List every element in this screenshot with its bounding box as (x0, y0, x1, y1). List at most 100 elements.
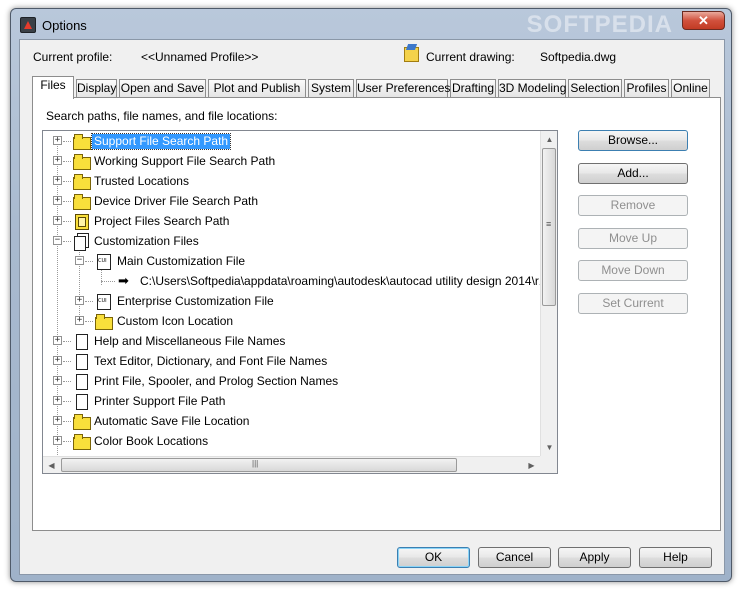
autocad-app-icon (20, 17, 36, 33)
tree-item-label: Automatic Save File Location (94, 414, 250, 428)
tab-selection[interactable]: Selection (568, 79, 622, 98)
file-locations-tree[interactable]: + Support File Search Path + Working Sup… (42, 130, 558, 474)
tree-item[interactable]: + Help and Miscellaneous File Names (43, 331, 539, 351)
vertical-scroll-thumb[interactable] (542, 148, 556, 306)
tree-item[interactable]: + Working Support File Search Path (43, 151, 539, 171)
close-button[interactable]: ✕ (682, 11, 725, 30)
tree-connector (63, 201, 71, 202)
expand-icon[interactable]: + (53, 136, 62, 145)
expand-icon[interactable]: + (53, 396, 62, 405)
expand-icon[interactable]: + (75, 296, 84, 305)
tree-item-label: Color Book Locations (94, 434, 209, 448)
tree-connector (85, 301, 93, 302)
folder-icon (73, 193, 91, 210)
tab-online[interactable]: Online (671, 79, 710, 98)
expand-icon[interactable]: + (53, 176, 62, 185)
tree-item[interactable]: + Text Editor, Dictionary, and Font File… (43, 351, 539, 371)
tree-item[interactable]: + Support File Search Path (43, 131, 539, 151)
tree-item-label: Working Support File Search Path (94, 154, 276, 168)
tree-item[interactable]: + Printer Support File Path (43, 391, 539, 411)
tree-item[interactable]: + Project Files Search Path (43, 211, 539, 231)
tree-item[interactable]: + Trusted Locations (43, 171, 539, 191)
tree-item[interactable]: + Enterprise Customization File (43, 291, 539, 311)
expand-icon[interactable]: + (53, 416, 62, 425)
tree-connector (63, 221, 71, 222)
scroll-right-icon[interactable]: ▶ (523, 457, 540, 473)
tree-item-label: Help and Miscellaneous File Names (94, 334, 286, 348)
tree-connector (63, 141, 71, 142)
window-title: Options (42, 18, 87, 33)
tree-connector (101, 281, 115, 282)
tree-connector (63, 241, 71, 242)
collapse-icon[interactable]: − (75, 256, 84, 265)
apply-button[interactable]: Apply (558, 547, 631, 568)
arrow-icon: ➡ (118, 273, 129, 288)
help-button[interactable]: Help (639, 547, 712, 568)
tree-item-label: Device Driver File Search Path (94, 194, 259, 208)
tree-connector (63, 161, 71, 162)
tree-item[interactable]: + Color Book Locations (43, 431, 539, 451)
tree-connector (85, 321, 93, 322)
tab-user-preferences[interactable]: User Preferences (356, 79, 450, 98)
horizontal-scroll-thumb[interactable] (61, 458, 457, 472)
scroll-down-icon[interactable]: ▼ (541, 439, 557, 456)
scrollbar-corner (540, 456, 557, 473)
tab-3d-modeling[interactable]: 3D Modeling (498, 79, 566, 98)
tree-item[interactable]: ➡ C:\Users\Softpedia\appdata\roaming\aut… (43, 271, 557, 291)
folder-icon (95, 313, 113, 330)
drawing-icon (404, 47, 419, 62)
tree-item[interactable]: − Main Customization File (43, 251, 539, 271)
expand-icon[interactable]: + (53, 216, 62, 225)
tab-open-and-save[interactable]: Open and Save (119, 79, 206, 98)
browse-button[interactable]: Browse... (578, 130, 688, 151)
tab-system[interactable]: System (308, 79, 354, 98)
tree-item-label: Customization Files (94, 234, 199, 248)
vertical-scrollbar[interactable]: ▲ ▼ (540, 131, 557, 456)
tree-connector (85, 261, 93, 262)
collapse-icon[interactable]: − (53, 236, 62, 245)
tree-connector (63, 181, 71, 182)
document-icon (73, 393, 89, 410)
tree-item[interactable]: + Automatic Save File Location (43, 411, 539, 431)
tree-item-label: Trusted Locations (94, 174, 189, 188)
tree-item[interactable]: + Custom Icon Location (43, 311, 539, 331)
expand-icon[interactable]: + (75, 316, 84, 325)
tab-drafting[interactable]: Drafting (450, 79, 496, 98)
tree-item[interactable]: − Customization Files (43, 231, 539, 251)
tree-connector (63, 401, 71, 402)
ok-button[interactable]: OK (397, 547, 470, 568)
expand-icon[interactable]: + (53, 336, 62, 345)
add-button[interactable]: Add... (578, 163, 688, 184)
tab-display[interactable]: Display (76, 79, 117, 98)
set-current-button[interactable]: Set Current (578, 293, 688, 314)
expand-icon[interactable]: + (53, 436, 62, 445)
tab-plot-and-publish[interactable]: Plot and Publish (208, 79, 306, 98)
title-bar[interactable]: Options SOFTPEDIA ✕ (11, 9, 731, 39)
folder-icon (73, 133, 91, 150)
tab-profiles[interactable]: Profiles (624, 79, 669, 98)
tree-item[interactable]: + Print File, Spooler, and Prolog Sectio… (43, 371, 539, 391)
folder-icon (73, 153, 91, 170)
tab-files[interactable]: Files (32, 76, 74, 99)
scroll-up-icon[interactable]: ▲ (541, 131, 557, 148)
move-down-button[interactable]: Move Down (578, 260, 688, 281)
horizontal-scrollbar[interactable]: ◀ ▶ (43, 456, 540, 473)
current-profile-value: <<Unnamed Profile>> (141, 50, 259, 64)
move-up-button[interactable]: Move Up (578, 228, 688, 249)
expand-icon[interactable]: + (53, 156, 62, 165)
current-drawing-value: Softpedia.dwg (540, 50, 617, 64)
remove-button[interactable]: Remove (578, 195, 688, 216)
current-profile-label: Current profile: (33, 50, 113, 64)
tree-item[interactable]: + Device Driver File Search Path (43, 191, 539, 211)
expand-icon[interactable]: + (53, 356, 62, 365)
expand-icon[interactable]: + (53, 376, 62, 385)
watermark-logo: SOFTPEDIA (526, 11, 673, 38)
close-icon: ✕ (698, 13, 709, 28)
tree-item-label: Custom Icon Location (117, 314, 234, 328)
cancel-button[interactable]: Cancel (478, 547, 551, 568)
expand-icon[interactable]: + (53, 196, 62, 205)
tree-item-label: Printer Support File Path (94, 394, 226, 408)
tree-item-label: Print File, Spooler, and Prolog Section … (94, 374, 339, 388)
scroll-left-icon[interactable]: ◀ (43, 457, 60, 473)
tree-item-label: Project Files Search Path (94, 214, 230, 228)
